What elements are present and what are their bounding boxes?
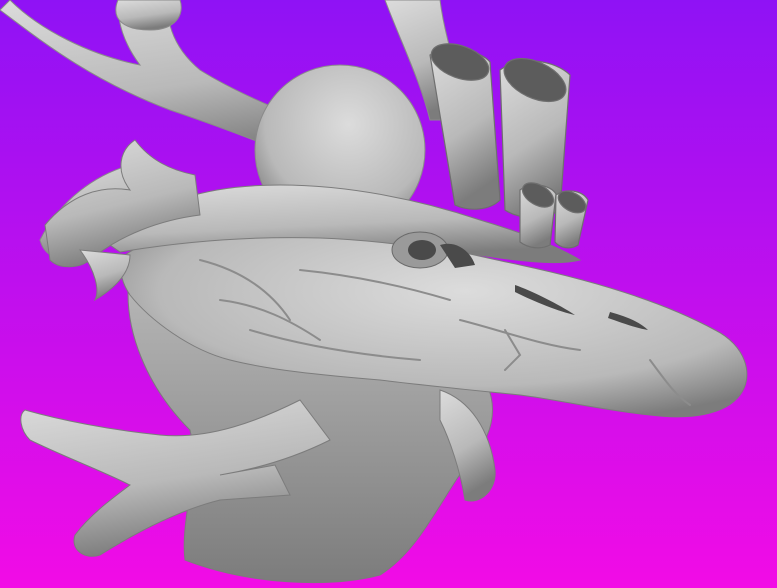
render-viewport xyxy=(0,0,777,588)
creature-sculpt-render xyxy=(0,0,777,588)
